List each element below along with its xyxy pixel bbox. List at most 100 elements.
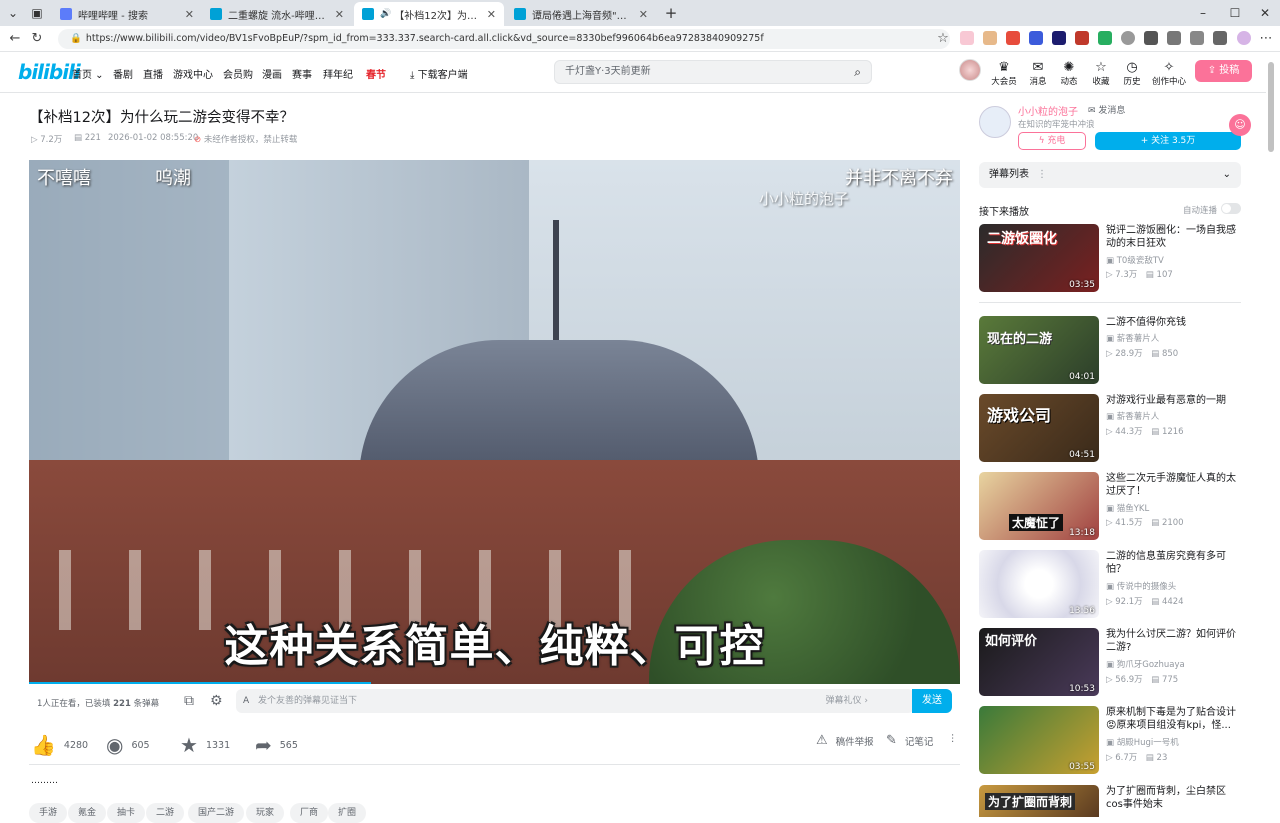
- rec-title[interactable]: 为了扩圈而背刺，尘白禁区cos事件始末: [1106, 785, 1242, 811]
- favorites-icon[interactable]: [1190, 31, 1204, 45]
- workspaces-icon[interactable]: ▣: [28, 4, 46, 22]
- tag-item[interactable]: 玩家: [246, 803, 285, 823]
- rec-thumbnail[interactable]: 现在的二游 04:01: [979, 316, 1099, 384]
- rec-thumbnail[interactable]: 13:56: [979, 550, 1099, 618]
- charge-button[interactable]: ϟ 充电: [1018, 132, 1086, 150]
- like-button[interactable]: 👍 4280: [31, 733, 88, 757]
- close-window-button[interactable]: ✕: [1256, 4, 1274, 22]
- nav-mall[interactable]: 会员购: [223, 66, 253, 81]
- nav-spring-festival[interactable]: 春节: [366, 66, 386, 81]
- nav-home[interactable]: 首页 ⌄: [72, 66, 104, 81]
- favorite-button[interactable]: ★ 1331: [180, 733, 230, 757]
- tab-close-icon[interactable]: ✕: [335, 8, 344, 21]
- tag-item[interactable]: 扩圈: [328, 803, 367, 823]
- browser-tab-bilibili-1[interactable]: 二重螺旋 流水-哔哩哔哩_bilibili✕: [202, 2, 352, 26]
- rec-uploader[interactable]: ▣ T0级瓷敌TV: [1106, 254, 1164, 266]
- rec-uploader[interactable]: ▣ 薪香薯片人: [1106, 410, 1159, 422]
- danmaku-input[interactable]: A 发个友善的弹幕见证当下 弹幕礼仪 ›: [236, 689, 914, 713]
- new-tab-button[interactable]: +: [662, 4, 680, 22]
- rec-uploader[interactable]: ▣ 薪香薯片人: [1106, 332, 1159, 344]
- tag-item[interactable]: 抽卡: [107, 803, 146, 823]
- bilibili-logo[interactable]: bilibili: [18, 60, 81, 84]
- rec-thumbnail[interactable]: 如何评价 10:53: [979, 628, 1099, 696]
- nav-anime[interactable]: 番剧: [113, 66, 133, 81]
- profile-avatar[interactable]: [1237, 31, 1251, 45]
- reload-icon[interactable]: ↻: [28, 30, 46, 48]
- rec-thumbnail[interactable]: 太魔怔了 13:18: [979, 472, 1099, 540]
- mascot-float-icon[interactable]: ☺: [1229, 114, 1251, 136]
- rec-uploader[interactable]: ▣ 狗爪牙Gozhuaya: [1106, 658, 1185, 670]
- tag-item[interactable]: 国产二游: [188, 803, 245, 823]
- danmaku-etiquette-link[interactable]: 弹幕礼仪 ›: [826, 689, 868, 713]
- video-player[interactable]: 不嘻嘻 呜潮 并非不离不弃 小小粒的泡子 这种关系简单、纯粹、可控: [29, 160, 960, 684]
- nav-manga[interactable]: 漫画: [262, 66, 282, 81]
- rec-thumbnail[interactable]: 03:55: [979, 706, 1099, 774]
- extension-icon[interactable]: [1098, 31, 1112, 45]
- nav-download[interactable]: ⤓ 下载客户端: [410, 66, 468, 81]
- rec-title[interactable]: 原来机制下毒是为了贴合设计😡原来项目组没有kpi，怪...: [1106, 706, 1242, 732]
- autoplay-toggle[interactable]: [1221, 203, 1241, 214]
- browser-tab-bilibili-3[interactable]: 谭局倦遇上海音频"背刺"12亿流水✕: [506, 2, 656, 26]
- danmaku-list-panel[interactable]: 弹幕列表 ⋮ ⌄: [979, 162, 1241, 188]
- speaker-icon[interactable]: 🔊: [380, 9, 391, 19]
- danmaku-settings-icon[interactable]: ⚙: [210, 693, 223, 709]
- page-scrollbar[interactable]: [1268, 62, 1274, 152]
- extension-icon[interactable]: [1121, 31, 1135, 45]
- tab-close-icon[interactable]: ✕: [639, 8, 648, 21]
- dynamics-button[interactable]: ✺ 动态: [1052, 60, 1086, 87]
- send-danmaku-button[interactable]: 发送: [912, 689, 952, 713]
- back-icon[interactable]: ←: [6, 30, 24, 48]
- upload-button[interactable]: ⇪ 投稿: [1195, 60, 1252, 82]
- tag-item[interactable]: 氪金: [68, 803, 107, 823]
- rec-thumbnail[interactable]: 二游饭圈化 03:35: [979, 224, 1099, 292]
- history-button[interactable]: ◷ 历史: [1115, 60, 1149, 87]
- search-icon[interactable]: ⌕: [854, 61, 861, 83]
- maximize-button[interactable]: ☐: [1226, 4, 1244, 22]
- tag-item[interactable]: 手游: [29, 803, 68, 823]
- collections-icon[interactable]: [1213, 31, 1227, 45]
- extension-icon[interactable]: [983, 31, 997, 45]
- rec-uploader[interactable]: ▣ 胡殿Hugi一号机: [1106, 736, 1179, 748]
- messages-button[interactable]: ✉ 消息: [1021, 60, 1055, 87]
- report-button[interactable]: ⚠ 稿件举报: [816, 733, 874, 748]
- creator-center-button[interactable]: ✧ 创作中心: [1147, 60, 1191, 87]
- tab-menu-icon[interactable]: ⌄: [4, 4, 22, 22]
- nav-esports[interactable]: 赛事: [292, 66, 312, 81]
- coin-button[interactable]: ◉ 605: [106, 733, 150, 757]
- vip-button[interactable]: ♛ 大会员: [987, 60, 1021, 87]
- extension-icon[interactable]: [960, 31, 974, 45]
- url-bar[interactable]: 🔒 https://www.bilibili.com/video/BV1sFvoB…: [58, 29, 950, 49]
- rec-title[interactable]: 对游戏行业最有恶意的一期: [1106, 394, 1242, 407]
- browser-menu-icon[interactable]: ⋯: [1257, 30, 1275, 48]
- tab-close-icon[interactable]: ✕: [487, 8, 496, 21]
- playback-progress[interactable]: [29, 682, 371, 684]
- share-button[interactable]: ➦ 565: [255, 733, 298, 757]
- search-input[interactable]: 千灯盏Y·3天前更新 ⌕: [554, 60, 872, 84]
- nav-game-center[interactable]: 游戏中心: [173, 66, 213, 81]
- rec-uploader[interactable]: ▣ 传说中的摄像头: [1106, 580, 1176, 592]
- rec-title[interactable]: 我为什么讨厌二游？如何评价二游?: [1106, 628, 1242, 654]
- nav-new-year[interactable]: 拜年纪: [323, 66, 353, 81]
- font-style-icon[interactable]: A: [243, 689, 249, 713]
- browser-tab-search[interactable]: 哔哩哔哩 - 搜索 ✕: [52, 2, 202, 26]
- bookmark-star-icon[interactable]: ☆: [934, 30, 952, 48]
- split-screen-icon[interactable]: [1167, 31, 1181, 45]
- rec-uploader[interactable]: ▣ 猫鱼YKL: [1106, 502, 1149, 514]
- uploader-name[interactable]: 小小粒的泡子: [1018, 103, 1078, 118]
- browser-tab-active[interactable]: 🔊【补档12次】为什么玩二游会变✕: [354, 2, 504, 26]
- rec-title[interactable]: 这些二次元手游魔怔人真的太过厌了！: [1106, 472, 1242, 498]
- extension-icon[interactable]: [1029, 31, 1043, 45]
- rec-thumbnail[interactable]: 为了扩圈而背刺: [979, 785, 1099, 817]
- more-options-button[interactable]: ⋮: [948, 733, 958, 744]
- rec-title[interactable]: 锐评二游饭圈化：一场自我感动的末日狂欢: [1106, 224, 1242, 250]
- rec-thumbnail[interactable]: 游戏公司 04:51: [979, 394, 1099, 462]
- tag-item[interactable]: 二游: [146, 803, 185, 823]
- extensions-puzzle-icon[interactable]: [1144, 31, 1158, 45]
- tab-close-icon[interactable]: ✕: [185, 8, 194, 21]
- favorites-button[interactable]: ☆ 收藏: [1084, 60, 1118, 87]
- follow-button[interactable]: + 关注 3.5万: [1095, 132, 1241, 150]
- notes-button[interactable]: ✎ 记笔记: [886, 733, 933, 748]
- extension-icon[interactable]: [1052, 31, 1066, 45]
- minimize-button[interactable]: –: [1194, 4, 1212, 22]
- uploader-avatar[interactable]: [979, 106, 1011, 138]
